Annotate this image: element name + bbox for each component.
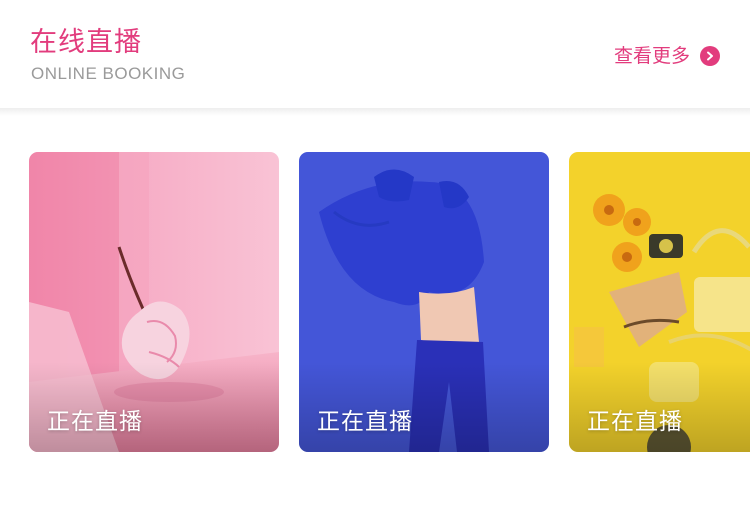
section-title: 在线直播 <box>30 27 142 58</box>
live-card-2[interactable]: 正在直播 <box>299 152 549 452</box>
section-subtitle: ONLINE BOOKING <box>31 64 186 83</box>
live-status-label: 正在直播 <box>587 409 683 435</box>
live-status-label: 正在直播 <box>317 409 413 435</box>
live-section: 在线直播 ONLINE BOOKING 查看更多 正在直播 正在直播 正在直播 <box>0 0 750 507</box>
view-more-button[interactable]: 查看更多 <box>614 42 720 70</box>
header-divider <box>0 108 750 116</box>
section-header: 在线直播 ONLINE BOOKING 查看更多 <box>0 0 750 110</box>
live-card-list: 正在直播 正在直播 正在直播 <box>0 152 750 452</box>
live-card-3[interactable]: 正在直播 <box>569 152 750 452</box>
view-more-label: 查看更多 <box>613 45 690 67</box>
live-status-label: 正在直播 <box>47 409 143 435</box>
chevron-right-circle-icon <box>700 46 720 66</box>
live-card-1[interactable]: 正在直播 <box>29 152 279 452</box>
